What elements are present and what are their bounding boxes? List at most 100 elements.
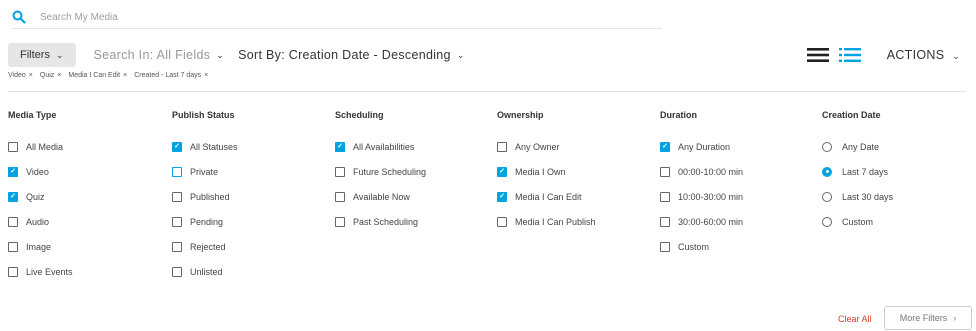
checkbox[interactable]	[335, 191, 345, 202]
filters-button[interactable]: Filters ⌄	[8, 43, 76, 67]
clear-all-link[interactable]: Clear All	[838, 314, 872, 324]
column-title: Ownership	[497, 110, 544, 120]
filter-option[interactable]: Pending	[172, 209, 238, 234]
filter-option[interactable]: Private	[172, 159, 238, 184]
checkbox[interactable]	[497, 216, 507, 227]
radio-button[interactable]	[822, 141, 832, 152]
filter-option[interactable]: Image	[8, 234, 73, 259]
actions-dropdown[interactable]: ACTIONS ⌄	[887, 48, 960, 62]
filter-chip[interactable]: Quiz ×	[40, 72, 62, 79]
filter-chip[interactable]: Media I Can Edit ×	[68, 72, 127, 79]
filter-column-ownership: Ownership Any Owner Media I Own Media I …	[497, 110, 596, 234]
filter-option[interactable]: Any Duration	[660, 134, 743, 159]
view-and-actions: ACTIONS ⌄	[806, 43, 960, 67]
checkbox[interactable]	[8, 166, 18, 177]
filter-option[interactable]: Last 30 days	[822, 184, 893, 209]
list-view-icon[interactable]	[838, 47, 861, 63]
column-title: Creation Date	[822, 110, 881, 120]
search-icon[interactable]	[12, 10, 26, 24]
checkbox[interactable]	[660, 191, 670, 202]
filter-option[interactable]: Audio	[8, 209, 73, 234]
filter-option[interactable]: Any Owner	[497, 134, 596, 159]
column-title: Publish Status	[172, 110, 235, 120]
filter-option[interactable]: Quiz	[8, 184, 73, 209]
checkbox[interactable]	[172, 241, 182, 252]
filter-option[interactable]: All Availabilities	[335, 134, 426, 159]
checkbox[interactable]	[8, 141, 18, 152]
more-filters-label: More Filters	[899, 313, 948, 323]
filter-option[interactable]: Media I Can Publish	[497, 209, 596, 234]
filter-option[interactable]: Custom	[822, 209, 893, 234]
filter-option[interactable]: 10:00-30:00 min	[660, 184, 743, 209]
radio-button[interactable]	[822, 216, 832, 227]
radio-button[interactable]	[822, 166, 832, 177]
filter-option[interactable]: Any Date	[822, 134, 893, 159]
more-filters-button[interactable]: More Filters ›	[884, 306, 972, 330]
filter-option[interactable]: Available Now	[335, 184, 426, 209]
column-title: Media Type	[8, 110, 57, 120]
filter-option[interactable]: Media I Own	[497, 159, 596, 184]
chevron-down-icon: ⌄	[55, 49, 64, 60]
close-icon[interactable]: ×	[123, 72, 127, 79]
filter-option[interactable]: Rejected	[172, 234, 238, 259]
checkbox[interactable]	[335, 141, 345, 152]
checkbox[interactable]	[8, 241, 18, 252]
checkbox[interactable]	[8, 216, 18, 227]
checkbox[interactable]	[172, 191, 182, 202]
checkbox[interactable]	[660, 216, 670, 227]
filter-option[interactable]: Live Events	[8, 259, 73, 284]
checkbox[interactable]	[660, 241, 670, 252]
filter-option[interactable]: Custom	[660, 234, 743, 259]
filter-option[interactable]: 30:00-60:00 min	[660, 209, 743, 234]
divider	[8, 91, 966, 92]
filter-column-scheduling: Scheduling All Availabilities Future Sch…	[335, 110, 426, 234]
radio-button[interactable]	[822, 191, 832, 202]
filter-option[interactable]: Unlisted	[172, 259, 238, 284]
close-icon[interactable]: ×	[204, 72, 208, 79]
filter-option[interactable]: Past Scheduling	[335, 209, 426, 234]
checkbox[interactable]	[497, 166, 507, 177]
search-in-label: Search In: All Fields	[93, 48, 211, 62]
filter-option[interactable]: Future Scheduling	[335, 159, 426, 184]
filter-option[interactable]: All Media	[8, 134, 73, 159]
checkbox[interactable]	[172, 216, 182, 227]
filter-option[interactable]: Media I Can Edit	[497, 184, 596, 209]
checkbox[interactable]	[172, 266, 182, 277]
sort-by-dropdown[interactable]: Sort By: Creation Date - Descending ⌄	[238, 48, 465, 62]
toolbar: Filters ⌄ Search In: All Fields ⌄ Sort B…	[8, 43, 968, 67]
close-icon[interactable]: ×	[57, 72, 61, 79]
checkbox[interactable]	[335, 216, 345, 227]
chevron-down-icon: ⌄	[952, 51, 960, 61]
search-in-dropdown[interactable]: Search In: All Fields ⌄	[94, 48, 225, 62]
actions-label: ACTIONS	[886, 48, 945, 62]
chevron-down-icon: ⌄	[216, 49, 225, 60]
search-input[interactable]	[40, 11, 540, 23]
checkbox[interactable]	[660, 166, 670, 177]
filter-column-publish-status: Publish Status All Statuses Private Publ…	[172, 110, 238, 284]
active-filter-chips: Video × Quiz × Media I Can Edit × Created -…	[8, 72, 215, 79]
checkbox[interactable]	[172, 141, 182, 152]
filter-column-media-type: Media Type All Media Video Quiz Audio Im…	[8, 110, 73, 284]
close-icon[interactable]: ×	[29, 72, 33, 79]
checkbox[interactable]	[497, 141, 507, 152]
filters-label: Filters	[20, 49, 50, 61]
checkbox[interactable]	[172, 166, 182, 177]
grid-view-icon[interactable]	[806, 47, 829, 63]
filter-option[interactable]: Last 7 days	[822, 159, 893, 184]
filter-option[interactable]: 00:00-10:00 min	[660, 159, 743, 184]
checkbox[interactable]	[335, 166, 345, 177]
chevron-down-icon: ⌄	[456, 49, 465, 60]
chevron-right-icon: ›	[953, 313, 957, 323]
column-title: Scheduling	[335, 110, 384, 120]
filter-option[interactable]: All Statuses	[172, 134, 238, 159]
filter-option[interactable]: Published	[172, 184, 238, 209]
sort-by-label: Sort By: Creation Date - Descending	[238, 48, 451, 62]
filter-chip[interactable]: Created - Last 7 days ×	[134, 72, 208, 79]
checkbox[interactable]	[8, 266, 18, 277]
checkbox[interactable]	[8, 191, 18, 202]
checkbox[interactable]	[660, 141, 670, 152]
filter-chip[interactable]: Video ×	[8, 72, 33, 79]
filter-option[interactable]: Video	[8, 159, 73, 184]
filter-column-duration: Duration Any Duration 00:00-10:00 min 10…	[660, 110, 743, 259]
checkbox[interactable]	[497, 191, 507, 202]
